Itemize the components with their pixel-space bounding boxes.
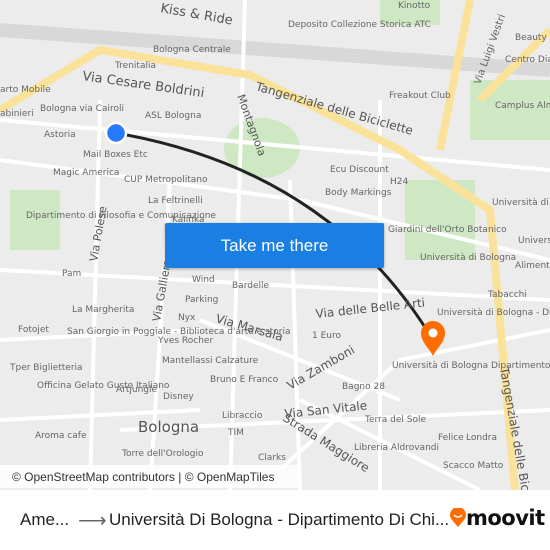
map-label: arto Mobile: [0, 85, 51, 95]
map-label: Università di Bologna - Dipartimento di …: [437, 308, 550, 318]
map-label: Bardelle: [232, 281, 269, 291]
map-label: Torre dell'Orologio: [121, 449, 204, 459]
map-attribution[interactable]: © OpenStreetMap contributors | © OpenMap…: [0, 465, 300, 488]
map-label: Aroma cafe: [35, 431, 87, 441]
map-label: Londra: [466, 433, 497, 443]
route-footer: Ame... ⟶ Università Di Bologna - Diparti…: [0, 490, 550, 550]
map-label: TIM: [227, 428, 244, 438]
map-label: Terra del Sole: [364, 415, 426, 425]
map-label: Body Markings: [325, 188, 392, 198]
map-label: Mail Boxes Etc: [83, 150, 148, 160]
map-label: Trenitalia: [114, 61, 156, 71]
map-label: Bologna Centrale: [153, 45, 231, 55]
moovit-logo: moovit: [450, 506, 545, 530]
map-label: abinieri: [0, 109, 34, 119]
map-label: Kinotto: [398, 1, 431, 11]
map-label: Università di Bologna: [420, 253, 516, 263]
map-label: Bologna via Cairoli: [40, 104, 124, 114]
map-label: Mantellassi Calzature: [162, 356, 259, 366]
origin-marker: [104, 121, 128, 145]
map-label: La Margherita: [72, 305, 134, 315]
map-label: Via delle Belle Arti: [315, 296, 426, 321]
map-label: Artjungle: [116, 385, 158, 395]
map[interactable]: Kiss & Ride Bologna Centrale Trenitalia Via…: [0, 0, 550, 490]
origin-name: Ame...: [20, 510, 70, 529]
arrow-right-icon: ⟶: [78, 510, 107, 532]
map-label: Bologna: [138, 418, 199, 436]
map-label: Pam: [62, 269, 81, 279]
map-label: Bruno E Franco: [210, 375, 279, 385]
map-label: Scacco Matto: [443, 461, 504, 471]
map-label: Parking: [185, 295, 218, 305]
map-label: Via Cesare Boldrini: [81, 69, 205, 101]
map-label: Università di Bologna - Dipartimento di …: [492, 198, 550, 208]
map-label: 1 Euro: [312, 331, 341, 341]
map-label: Ecu Discount: [330, 165, 389, 175]
map-label: Tper Biglietteria: [9, 363, 83, 373]
map-label: H24: [390, 177, 408, 187]
map-label: Freakout Club: [389, 91, 451, 101]
map-label: Giardini dell'Orto Botanico: [388, 225, 507, 235]
map-label: Magic America: [53, 168, 119, 178]
map-label: Università di Bologna C: [518, 236, 550, 246]
map-label: Camplus Alma Mater: [495, 101, 550, 111]
map-label: Centro Diag Cavo: [505, 55, 550, 65]
map-label: Kiss & Ride: [159, 1, 233, 28]
map-label: Deposito Collezione Storica ATC: [288, 20, 431, 30]
map-label: Nyx: [178, 313, 196, 323]
map-label: La Feltrinelli: [148, 196, 203, 206]
map-label: Fotojet: [18, 325, 49, 335]
map-label: Disney: [163, 392, 194, 402]
map-label: Astoria: [44, 130, 76, 140]
map-label: CUP Metropolitano: [124, 175, 208, 185]
map-label: Libraccio: [222, 411, 263, 421]
map-label: Beauty F: [515, 33, 550, 43]
map-label: Clarks: [258, 453, 286, 463]
map-label: Felice: [438, 433, 464, 443]
map-label: Libreria Aldrovandi: [354, 443, 439, 453]
destination-name: Università Di Bologna - Dipartimento Di …: [109, 510, 450, 529]
map-label: Wind: [192, 275, 215, 285]
map-label: Dipartimento di Filosofia e Comunicazion…: [26, 211, 216, 221]
map-label: Università di Bologna Dipartimento di Ch…: [392, 361, 550, 371]
moovit-pin-icon: [450, 508, 466, 527]
take-me-there-button[interactable]: Take me there: [165, 223, 384, 268]
map-label: Bagno 28: [342, 382, 385, 392]
map-label: Tabacchi: [487, 290, 527, 300]
map-label: Alimenta: [515, 261, 550, 271]
map-label: Yves Rocher: [157, 336, 213, 346]
map-label: ASL Bologna: [145, 111, 201, 121]
